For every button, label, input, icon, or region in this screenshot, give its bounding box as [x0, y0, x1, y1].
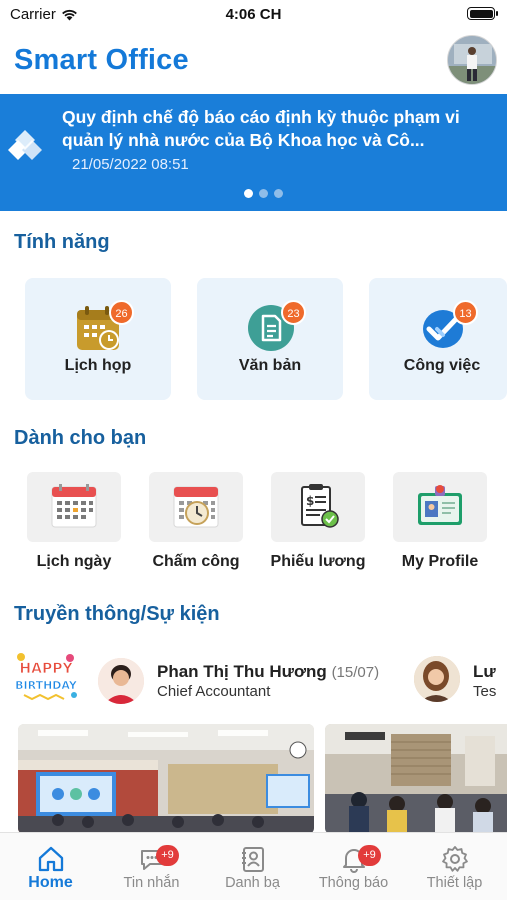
feature-label: Công việc	[403, 357, 481, 374]
for-you-tile[interactable]: $	[271, 472, 365, 542]
tab-notifications[interactable]: +9 Thông báo	[303, 833, 404, 900]
banner-title: Quy định chế độ báo cáo định kỳ thuộc ph…	[62, 107, 460, 150]
features-section-title: Tính năng	[14, 231, 110, 253]
events-section-title: Truyền thông/Sự kiện	[14, 603, 220, 625]
home-icon	[38, 846, 64, 872]
person-photo	[414, 656, 460, 702]
for-you-item-my-profile[interactable]: My Profile	[392, 472, 488, 570]
meeting-photo	[325, 724, 507, 834]
battery-icon	[467, 7, 498, 20]
id-card-icon	[418, 485, 462, 525]
pagination-dot[interactable]	[259, 189, 268, 198]
banner-pagination[interactable]	[244, 189, 283, 198]
meeting-room-photo	[18, 724, 314, 834]
tab-contacts[interactable]: Danh bạ	[202, 833, 303, 900]
person-photo	[98, 658, 144, 704]
sticker-text: BIRTHDAY	[15, 679, 78, 692]
feature-label: Văn bản	[238, 357, 302, 374]
birthday-sticker: HAPPY BIRTHDAY	[15, 653, 78, 701]
pagination-dot[interactable]	[274, 189, 283, 198]
settings-icon	[442, 846, 468, 872]
for-you-label: My Profile	[401, 553, 479, 570]
for-you-section-title: Dành cho bạn	[14, 427, 147, 449]
tab-messages[interactable]: +9 Tin nhắn	[101, 833, 202, 900]
birthday-person-role: Chief Accountant	[157, 683, 271, 700]
for-you-item-cham-cong[interactable]: Chấm công	[148, 472, 244, 570]
feature-card-cong-viec[interactable]: 13 Công việc	[369, 278, 507, 400]
tab-label: Tin nhắn	[123, 875, 180, 891]
event-photo[interactable]	[325, 724, 507, 834]
logo-icon	[8, 130, 42, 160]
for-you-item-phieu-luong[interactable]: $ Phiếu lương	[270, 472, 366, 570]
birthday-person-avatar[interactable]	[98, 658, 144, 704]
tab-label: Thiết lập	[426, 875, 483, 891]
birthday-person-role: Tes	[473, 683, 497, 700]
for-you-tile[interactable]	[393, 472, 487, 542]
for-you-label: Phiếu lương	[270, 553, 366, 570]
tab-badge: +9	[156, 845, 179, 866]
banner-date: 21/05/2022 08:51	[72, 156, 189, 173]
event-photo[interactable]	[18, 724, 314, 834]
calendar-clock-icon	[173, 486, 219, 528]
birthday-person-avatar[interactable]	[414, 656, 460, 702]
payslip-icon: $	[301, 484, 339, 528]
for-you-label: Lịch ngày	[36, 553, 112, 570]
contacts-icon	[242, 847, 264, 872]
calendar-icon	[51, 484, 97, 528]
feature-badge-count: 13	[453, 300, 478, 325]
sticker-text: HAPPY	[19, 661, 73, 677]
feature-card-lich-hop[interactable]: 26 Lịch họp	[25, 278, 171, 400]
birthday-date: (15/07)	[331, 664, 380, 681]
user-avatar[interactable]	[447, 35, 497, 85]
for-you-tile[interactable]	[27, 472, 121, 542]
tab-bar: Home +9 Tin nhắn Danh bạ +9 Thông báo Th…	[0, 832, 507, 900]
header: Smart Office	[0, 28, 507, 94]
feature-card-van-ban[interactable]: 23 Văn bản	[197, 278, 343, 400]
birthday-person-name: Lư	[473, 662, 496, 681]
birthday-person-name: Phan Thị Thu Hương (15/07)	[157, 662, 379, 682]
tab-settings[interactable]: Thiết lập	[404, 833, 507, 900]
tab-label: Home	[28, 874, 73, 891]
feature-badge-count: 26	[109, 300, 134, 325]
svg-text:$: $	[306, 494, 314, 508]
tab-label: Danh bạ	[225, 875, 280, 891]
tab-label: Thông báo	[318, 875, 389, 891]
status-bar: Carrier 4:06 CH	[0, 0, 507, 28]
app-title: Smart Office	[14, 44, 189, 76]
clock: 4:06 CH	[225, 6, 282, 23]
tab-badge: +9	[358, 845, 381, 866]
for-you-item-lich-ngay[interactable]: Lịch ngày	[26, 472, 122, 570]
tab-home[interactable]: Home	[0, 833, 101, 900]
for-you-label: Chấm công	[152, 553, 240, 570]
feature-label: Lịch họp	[64, 357, 132, 374]
pagination-dot-active[interactable]	[244, 189, 253, 198]
person-name-text: Phan Thị Thu Hương	[157, 662, 327, 681]
for-you-tile[interactable]	[149, 472, 243, 542]
avatar-photo	[448, 36, 496, 84]
feature-badge-count: 23	[281, 300, 306, 325]
